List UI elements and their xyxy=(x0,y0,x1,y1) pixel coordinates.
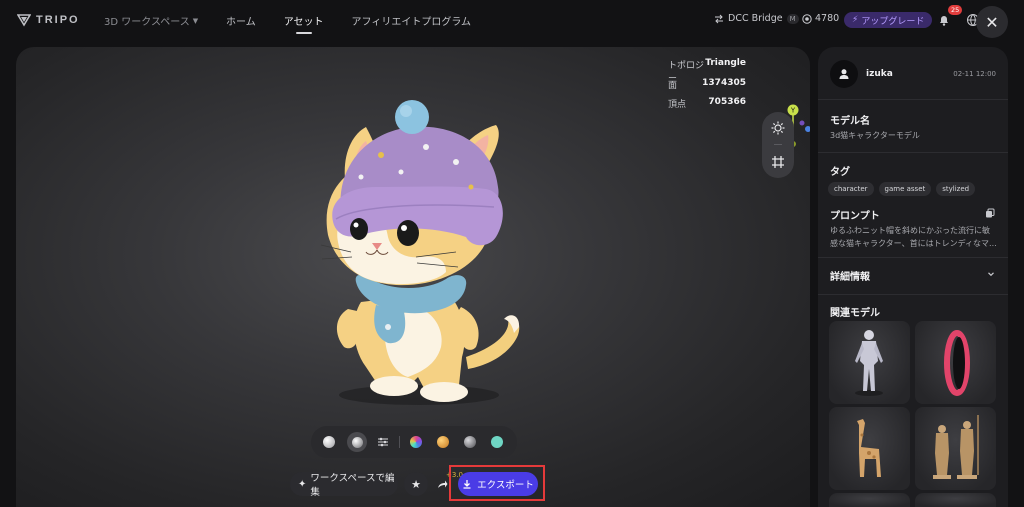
created-date: 02-11 12:00 xyxy=(953,70,996,78)
vertices-label: 頂点 xyxy=(668,100,687,110)
portal-render xyxy=(944,330,970,396)
tag-chip[interactable]: character xyxy=(828,182,874,196)
swap-arrows-icon xyxy=(715,14,723,23)
avatar[interactable] xyxy=(830,60,858,88)
divider xyxy=(818,257,1008,258)
related-models-heading: 関連モデル xyxy=(830,308,880,319)
user-icon xyxy=(839,69,849,79)
faces-label: 面 xyxy=(668,80,678,91)
credits-value: 4780 xyxy=(815,13,840,24)
topology-label: トポロジー xyxy=(668,61,705,84)
details-accordion[interactable]: 詳細情報 xyxy=(818,259,1008,293)
main-nav: ホーム アセット アフィリエイトプログラム xyxy=(226,13,472,34)
dcc-badge: M xyxy=(786,13,799,24)
nav-assets[interactable]: アセット xyxy=(284,13,324,34)
export-label: エクスポート xyxy=(477,480,534,491)
author-row: izuka 02-11 12:00 xyxy=(830,59,996,89)
close-icon: ✕ xyxy=(985,12,999,32)
workspace-label: 3D ワークスペース xyxy=(104,17,190,28)
stat-topology: トポロジー Triangle xyxy=(668,58,746,84)
stat-faces: 面 1374305 xyxy=(668,78,746,98)
star-icon: ★ xyxy=(411,477,421,491)
coin-icon xyxy=(802,13,812,24)
brand-name: TRIPO xyxy=(36,14,80,26)
copy-icon[interactable] xyxy=(985,208,995,218)
sparkle-icon: ✦ xyxy=(298,478,307,490)
material-clay-icon[interactable] xyxy=(347,432,367,452)
bolt-icon: ⚡ xyxy=(852,15,859,25)
download-icon xyxy=(463,480,471,489)
figure-render xyxy=(855,330,883,396)
prompt-line-2: 感な猫キャラクター、首にはトレンディなマ... xyxy=(830,239,997,248)
model-name-value: 3d猫キャラクターモデル xyxy=(830,131,920,140)
related-model-thumb[interactable] xyxy=(915,321,996,404)
share-arrow-icon xyxy=(437,480,447,488)
upgrade-button[interactable]: ⚡ アップグレード xyxy=(844,12,933,28)
tag-chip[interactable]: stylized xyxy=(936,182,976,196)
stat-vertices: 頂点 705366 xyxy=(668,97,746,117)
giraffe-render xyxy=(857,419,881,477)
mesh-stats: トポロジー Triangle 面 1374305 頂点 705366 xyxy=(668,58,746,117)
nav-affiliate[interactable]: アフィリエイトプログラム xyxy=(352,13,472,28)
edit-in-workspace-label: ワークスペースで編集 xyxy=(310,473,395,498)
details-heading: 詳細情報 xyxy=(830,272,870,283)
export-button[interactable]: エクスポート xyxy=(458,472,538,496)
caret-down-icon: ▼ xyxy=(192,16,199,25)
material-toolbar xyxy=(311,426,517,458)
close-button[interactable]: ✕ xyxy=(976,6,1008,38)
favorite-button[interactable]: ★ xyxy=(404,472,428,496)
notification-badge: 25 xyxy=(948,5,963,15)
warriors-render xyxy=(933,415,979,479)
workspace-select[interactable]: 3D ワークスペース ▼ xyxy=(104,13,199,29)
grid-icon[interactable] xyxy=(770,154,786,170)
prompt-heading: プロンプト xyxy=(830,211,880,222)
material-white-icon[interactable] xyxy=(323,436,335,448)
toolbar-divider xyxy=(774,144,782,145)
related-model-thumb[interactable] xyxy=(829,493,910,507)
vertices-value: 705366 xyxy=(708,97,746,107)
related-model-thumb[interactable] xyxy=(829,321,910,404)
dcc-label: DCC Bridge xyxy=(728,13,783,24)
model-info-panel: izuka 02-11 12:00 モデル名 3d猫キャラクターモデル タグ c… xyxy=(818,47,1008,507)
credits-display[interactable]: 4780 xyxy=(802,13,839,24)
related-model-thumb[interactable] xyxy=(829,407,910,490)
edit-in-workspace-button[interactable]: ✦ ワークスペースで編集 xyxy=(290,472,398,498)
divider xyxy=(818,99,1008,100)
brand-logo[interactable]: TRIPO xyxy=(17,13,80,27)
light-icon[interactable] xyxy=(770,120,786,136)
related-model-thumb[interactable] xyxy=(915,493,996,507)
material-gold-icon[interactable] xyxy=(437,436,449,448)
material-gray-icon[interactable] xyxy=(464,436,476,448)
tag-chip[interactable]: game asset xyxy=(878,182,932,196)
divider xyxy=(818,152,1008,153)
prompt-line-1: ゆるふわニット帽を斜めにかぶった流行に敏 xyxy=(830,226,990,235)
material-teal-icon[interactable] xyxy=(491,436,503,448)
material-divider xyxy=(399,436,400,448)
viewport-toolbar xyxy=(762,112,794,178)
upgrade-label: アップグレード xyxy=(861,16,925,27)
tripo-logo-icon xyxy=(17,14,31,27)
tag-list: character game asset stylized xyxy=(828,182,976,196)
faces-value: 1374305 xyxy=(702,77,746,88)
bell-icon[interactable] xyxy=(937,13,951,27)
chevron-down-icon xyxy=(988,272,994,277)
settings-sliders-icon[interactable] xyxy=(377,436,389,448)
dcc-bridge-button[interactable]: DCC Bridge M xyxy=(714,13,799,24)
topology-value: Triangle xyxy=(705,58,746,68)
author-name[interactable]: izuka xyxy=(866,69,893,79)
top-bar: TRIPO 3D ワークスペース ▼ ホーム アセット アフィリエイトプログラム… xyxy=(0,0,1024,42)
divider xyxy=(818,294,1008,295)
material-rainbow-icon[interactable] xyxy=(410,436,422,448)
gizmo-y-label: Y xyxy=(790,107,796,115)
tags-heading: タグ xyxy=(830,167,850,178)
related-model-thumb[interactable] xyxy=(915,407,996,490)
nav-home[interactable]: ホーム xyxy=(226,13,256,28)
model-name-heading: モデル名 xyxy=(830,116,870,127)
